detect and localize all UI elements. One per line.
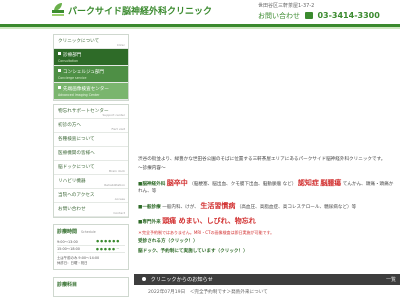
sidebar-item-label: 診療部門: [63, 53, 82, 58]
dept-detail: （脳梗塞、脳出血、クモ膜下出血、脳動脈瘤 など）: [189, 181, 297, 187]
sidebar-item-en: Consultation: [58, 59, 79, 63]
dept-detail: （高血圧、高脂血症、高コレステロール、糖尿病など）等: [236, 204, 357, 210]
sidebar-item-label: 物忘れサポートセンター: [58, 109, 109, 114]
sidebar-item-en: Brain dock: [109, 169, 125, 173]
sidebar-item-clinic[interactable]: クリニックについて Clinic: [54, 35, 128, 49]
news-item[interactable]: 2022年07月19日 ＜完全予約制です＞発熱外来について: [148, 289, 268, 295]
schedule-marks: ● ● ● ● ● －: [90, 245, 125, 253]
sidebar-item-label: 各種検査について: [58, 137, 95, 142]
intro-paragraph: 渋谷の街並より、緑豊かな世田谷公園のそばに位置する三軒茶屋エリアにあるパークサイ…: [138, 157, 386, 162]
sidebar-item-en: Access: [114, 197, 125, 201]
sidebar-item-first-visit[interactable]: 初診の方へ Fisrt visit: [54, 119, 128, 133]
sidebar-item-label: 当院へのアクセス: [58, 193, 95, 198]
table-row: 9:00～13:00 ● ● ● ● ● ●: [57, 238, 125, 246]
nav-group-clinic: クリニックについて Clinic 診療部門 Consultation コンシェル…: [53, 34, 129, 101]
sidebar-item-label: リハビリ機器: [58, 179, 86, 184]
schedule-time: 15:00～18:00: [57, 245, 91, 253]
sidebar-item-en: Rehabilitation: [104, 183, 125, 187]
sidebar-item-brain-dock[interactable]: 脳ドックについて Brain dock: [54, 161, 128, 175]
sidebar-item-label: コンシェルジュ部門: [63, 70, 105, 75]
clinic-logo-icon[interactable]: [52, 3, 64, 17]
schedule-title-en: Schedule: [81, 230, 96, 234]
dept-special: ■専門外来 頭痛 めまい、しびれ、物忘れ: [138, 216, 396, 227]
schedule-box: 診療時間 Schedule 9:00～13:00 ● ● ● ● ● ● 15:0…: [53, 224, 129, 270]
brain-dock-link[interactable]: 脳ドック、予約制にて実施しています（クリック！）: [138, 249, 396, 256]
departments-box: 診療科目: [53, 276, 129, 297]
header-address: 世田谷区三軒茶屋1-37-2: [258, 3, 315, 9]
sidebar-item-label: 脳ドックについて: [58, 165, 95, 170]
contact-label: お問い合わせ: [258, 12, 300, 20]
sidebar-item-imaging-center[interactable]: 先端画像検査センター Advanced Imaging Center: [54, 83, 128, 100]
dept-highlight: 生活習慣病: [200, 201, 236, 210]
sidebar-item-label: お問い合わせ: [58, 207, 86, 212]
schedule-title-text: 診療時間: [57, 229, 78, 235]
sidebar-nav: クリニックについて Clinic 診療部門 Consultation コンシェル…: [53, 34, 129, 300]
intro-heading: 〜診療内容〜: [138, 165, 166, 171]
sidebar-item-support-center[interactable]: 物忘れサポートセンター Support center: [54, 105, 128, 119]
schedule-marks: ● ● ● ● ● ●: [90, 238, 125, 246]
dept-label: ■専門外来: [138, 220, 161, 226]
departments-title: 診療科目: [57, 281, 78, 288]
dept-label: ■脳神経外科: [138, 181, 166, 187]
intro-text: 渋谷の街並より、緑豊かな世田谷公園のそばに位置する三軒茶屋エリアにあるパークサイ…: [138, 157, 396, 258]
dept-neurosurgery: ■脳神経外科 脳卒中 （脳梗塞、脳出血、クモ膜下出血、脳動脈瘤 など） 認知症 …: [138, 178, 396, 196]
sidebar-item-label: 先端画像検査センター: [63, 87, 109, 92]
phone-number[interactable]: 03-3414-3300: [317, 11, 379, 20]
header-contact: お問い合わせ 03-3414-3300: [258, 11, 400, 21]
header-divider-light: [0, 27, 400, 29]
sidebar-item-en: Clinic: [116, 43, 125, 47]
bullet-icon: [58, 69, 61, 72]
news-title: クリニックからのお知らせ: [150, 277, 213, 283]
sidebar-item-label: 医療機関の皆様へ: [58, 151, 95, 156]
sidebar-item-en: Concierge service: [58, 76, 87, 80]
sidebar-item-concierge[interactable]: コンシェルジュ部門 Concierge service: [54, 66, 128, 83]
schedule-time: 9:00～13:00: [57, 238, 91, 246]
sidebar-item-contact[interactable]: お問い合わせ Contact: [54, 203, 128, 217]
sidebar-item-label: 初診の方へ: [58, 123, 81, 128]
sidebar-item-en: Advanced Imaging Center: [58, 93, 100, 97]
sidebar-item-rehabilitation[interactable]: リハビリ機器 Rehabilitation: [54, 175, 128, 189]
dept-highlight: 脳腫瘍: [320, 178, 342, 187]
bullet-icon: [58, 86, 61, 89]
news-header: クリニックからのお知らせ 一覧: [134, 274, 400, 285]
first-visit-link[interactable]: 受診される方（クリック！）: [138, 239, 396, 246]
sidebar-item-consultation[interactable]: 診療部門 Consultation: [54, 49, 128, 66]
news-bullet-icon: [142, 277, 146, 281]
site-title[interactable]: パークサイド脳神経外科クリニック: [68, 4, 212, 17]
sidebar-item-en: Contact: [113, 211, 125, 215]
phone-icon: [305, 12, 314, 19]
reservation-note: ＊完全予約制ではありません。MRI・CTの画像検査は即日実施が可能です。: [138, 230, 275, 236]
sidebar-item-tests[interactable]: 各種検査について: [54, 133, 128, 147]
schedule-title: 診療時間 Schedule: [57, 228, 125, 235]
dept-label: ■一般診療: [138, 204, 161, 210]
dept-general: ■一般診療 一般内科、けが、 生活習慣病 （高血圧、高脂血症、高コレステロール、…: [138, 201, 396, 212]
sidebar-item-label: クリニックについて: [58, 39, 100, 44]
nav-group-info: 物忘れサポートセンター Support center 初診の方へ Fisrt v…: [53, 104, 129, 218]
sidebar-item-en: Fisrt visit: [111, 127, 125, 131]
dept-highlight: 認知症: [297, 178, 319, 187]
sidebar-item-en: Support center: [102, 113, 125, 117]
site-header: パークサイド脳神経外科クリニック 世田谷区三軒茶屋1-37-2 お問い合わせ 0…: [0, 0, 400, 24]
schedule-note-line: 休診日：日曜・祝日: [57, 260, 88, 265]
header-contact-block: 世田谷区三軒茶屋1-37-2 お問い合わせ 03-3414-3300: [258, 2, 400, 21]
dept-highlight: 脳卒中: [166, 178, 188, 187]
table-row: 15:00～18:00 ● ● ● ● ● －: [57, 245, 125, 253]
sidebar-item-medical-institutions[interactable]: 医療機関の皆様へ: [54, 147, 128, 161]
news-more-link[interactable]: 一覧: [386, 276, 396, 283]
dept-detail: 一般内科、けが、: [162, 204, 199, 210]
sidebar-item-access[interactable]: 当院へのアクセス Access: [54, 189, 128, 203]
schedule-note: 土は午前のみ 9:00～14:00 休診日：日曜・祝日: [57, 256, 125, 266]
bullet-icon: [58, 52, 61, 55]
schedule-table: 9:00～13:00 ● ● ● ● ● ● 15:00～18:00 ● ● ●…: [57, 238, 125, 253]
dept-highlight: 頭痛 めまい、しびれ、物忘れ: [162, 217, 256, 226]
